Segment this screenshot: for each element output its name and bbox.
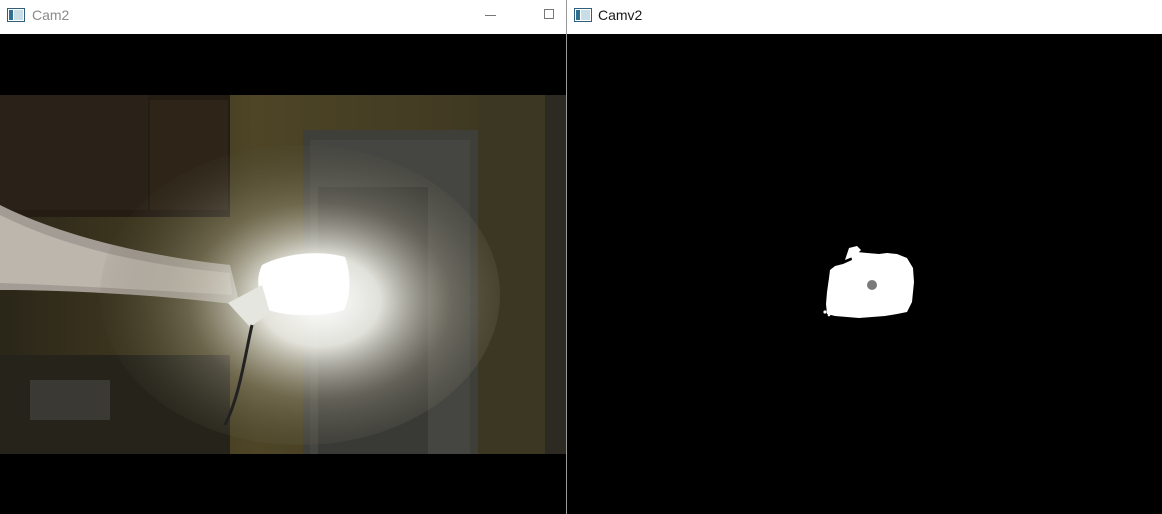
noise-speck <box>827 313 831 317</box>
camera-frame-image <box>0 95 566 454</box>
camv2-window[interactable]: Camv2 <box>567 0 1162 514</box>
maximize-icon <box>544 9 554 19</box>
maximize-button[interactable] <box>536 0 566 34</box>
camv2-mask-area <box>567 34 1162 514</box>
cam2-window-title: Cam2 <box>32 7 70 23</box>
threshold-mask-image <box>823 246 914 318</box>
centroid-marker <box>867 280 877 290</box>
cam2-video-area <box>0 34 566 514</box>
app-window-icon <box>7 8 25 22</box>
camv2-window-title: Camv2 <box>598 7 643 23</box>
cam2-titlebar[interactable]: Cam2 <box>0 0 566 34</box>
minimize-icon <box>485 15 496 16</box>
cam2-window[interactable]: Cam2 <box>0 0 567 514</box>
noise-speck <box>823 310 827 314</box>
minimize-button[interactable] <box>477 0 507 34</box>
camv2-titlebar[interactable]: Camv2 <box>567 0 1162 34</box>
app-window-icon <box>574 8 592 22</box>
